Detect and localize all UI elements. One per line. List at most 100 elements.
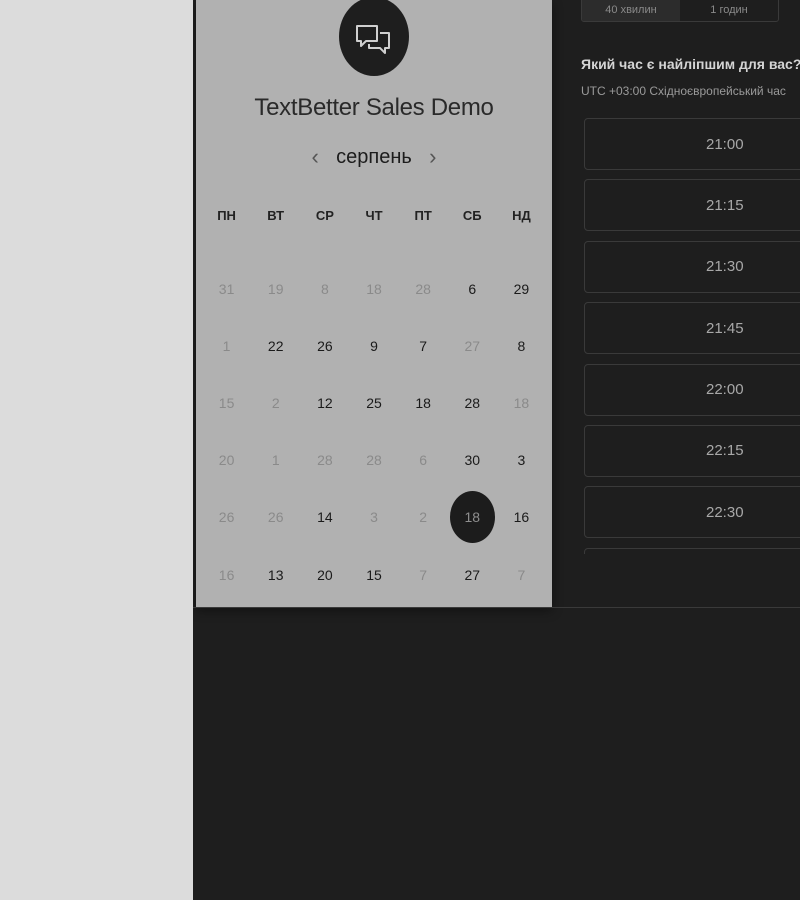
calendar-day: 19: [251, 260, 300, 317]
day-number: 1: [222, 337, 231, 354]
time-slot-button[interactable]: 21:15: [584, 179, 800, 232]
time-slot-button[interactable]: [584, 547, 800, 554]
duration-tab[interactable]: 1 годин: [680, 0, 778, 21]
weekday-label: ВТ: [267, 208, 285, 223]
day-number: 18: [366, 280, 382, 297]
calendar-day[interactable]: 18: [399, 374, 448, 431]
calendar-day[interactable]: 3: [497, 432, 546, 489]
weekday-label: ПН: [217, 208, 236, 223]
day-number: 29: [513, 280, 530, 297]
calendar-day: 28: [349, 432, 398, 489]
day-grid: 31 19 8 18 28 6 29 1 22 26 9 7 27 8 15 2 12 25 18 28 18 20 1 28…: [196, 260, 552, 603]
calendar-day[interactable]: 29: [497, 260, 546, 317]
day-number: 20: [218, 452, 235, 469]
calendar-day[interactable]: 9: [349, 317, 398, 374]
calendar-day: 8: [300, 260, 349, 317]
time-slot-button[interactable]: 22:30: [584, 486, 800, 539]
weekday-label: СБ: [462, 208, 482, 223]
day-number: 26: [317, 337, 333, 354]
time-slot-button[interactable]: 22:00: [584, 363, 800, 416]
calendar-day[interactable]: 16: [497, 489, 546, 546]
weekday-label: СР: [315, 208, 334, 223]
day-number: 8: [517, 337, 526, 354]
day-number: 7: [419, 566, 428, 583]
chevron-right-icon[interactable]: ›: [426, 143, 440, 171]
calendar-day: 26: [202, 489, 251, 546]
calendar-day: 28: [399, 260, 448, 317]
event-title: TextBetter Sales Demo: [254, 94, 494, 121]
day-number: 1: [271, 452, 280, 469]
time-slot-button[interactable]: 21:45: [584, 302, 800, 355]
calendar-day: 1: [251, 432, 300, 489]
timezone-label[interactable]: UTC +03:00 Східноєвропейський час: [581, 84, 786, 98]
day-number: 26: [218, 509, 235, 526]
calendar-day[interactable]: 20: [300, 546, 349, 603]
time-slot-button[interactable]: 21:30: [584, 240, 800, 293]
day-number: 6: [419, 452, 428, 469]
day-number: 28: [317, 452, 333, 469]
day-number: 28: [366, 452, 382, 469]
calendar-day: 6: [399, 432, 448, 489]
day-number: 8: [320, 280, 329, 297]
day-number: 16: [218, 566, 235, 583]
calendar-day[interactable]: 7: [399, 317, 448, 374]
day-number: 12: [317, 394, 333, 411]
day-number: 14: [317, 509, 333, 526]
day-number: 25: [366, 394, 382, 411]
day-number: 19: [267, 280, 284, 297]
day-number: 31: [218, 280, 235, 297]
weekday-label: ЧТ: [365, 208, 383, 223]
day-number: 3: [370, 509, 378, 526]
divider: [193, 607, 800, 608]
day-number: 18: [513, 394, 530, 411]
scheduler-frame: TextBetter Sales Demo ‹ серпень › ПН ВТ СР…: [193, 0, 800, 900]
calendar-day: 3: [349, 489, 398, 546]
selected-day[interactable]: 18: [448, 489, 497, 546]
day-number: 15: [366, 566, 382, 583]
duration-tab[interactable]: 40 хвилин: [582, 0, 680, 21]
time-slot-button[interactable]: 22:15: [584, 424, 800, 477]
chevron-left-icon[interactable]: ‹: [308, 143, 322, 171]
day-number: 18: [449, 491, 495, 544]
time-slot-list[interactable]: 21:00 21:15 21:30 21:45 22:00 22:15 22:30: [584, 118, 800, 554]
calendar-day: 20: [202, 432, 251, 489]
weekday-label: НД: [512, 208, 531, 223]
day-number: 15: [218, 394, 235, 411]
month-label: серпень: [336, 145, 412, 168]
calendar-day[interactable]: 22: [251, 317, 300, 374]
calendar-day[interactable]: 26: [300, 317, 349, 374]
month-navigation: ‹ серпень ›: [196, 142, 552, 172]
day-number: 6: [468, 280, 477, 297]
calendar-day: 7: [497, 546, 546, 603]
calendar-day: 28: [300, 432, 349, 489]
calendar-day[interactable]: 8: [497, 317, 546, 374]
calendar-day[interactable]: 28: [448, 374, 497, 431]
duration-selector: 40 хвилин 1 годин: [581, 0, 779, 22]
calendar-day[interactable]: 15: [349, 546, 398, 603]
calendar-day: 15: [202, 374, 251, 431]
calendar-day[interactable]: 6: [448, 260, 497, 317]
day-number: 2: [271, 394, 280, 411]
day-number: 16: [513, 509, 530, 526]
calendar-day[interactable]: 14: [300, 489, 349, 546]
day-number: 13: [267, 566, 284, 583]
calendar-day[interactable]: 27: [448, 546, 497, 603]
weekday-header: ПН ВТ СР ЧТ ПТ СБ НД: [196, 204, 552, 228]
day-number: 22: [267, 337, 284, 354]
time-question: Який час є найліпшим для вас?: [581, 56, 800, 72]
day-number: 9: [370, 337, 378, 354]
calendar-day[interactable]: 13: [251, 546, 300, 603]
weekday-label: ПТ: [414, 208, 432, 223]
calendar-day: 1: [202, 317, 251, 374]
calendar-day[interactable]: 30: [448, 432, 497, 489]
day-number: 28: [415, 280, 431, 297]
day-number: 30: [464, 452, 481, 469]
calendar-day: 7: [399, 546, 448, 603]
page-background: [0, 0, 193, 900]
calendar-day: 31: [202, 260, 251, 317]
day-number: 20: [317, 566, 333, 583]
time-slot-button[interactable]: 21:00: [584, 118, 800, 170]
calendar-day[interactable]: 25: [349, 374, 398, 431]
brand-logo: [339, 0, 409, 76]
calendar-day[interactable]: 12: [300, 374, 349, 431]
